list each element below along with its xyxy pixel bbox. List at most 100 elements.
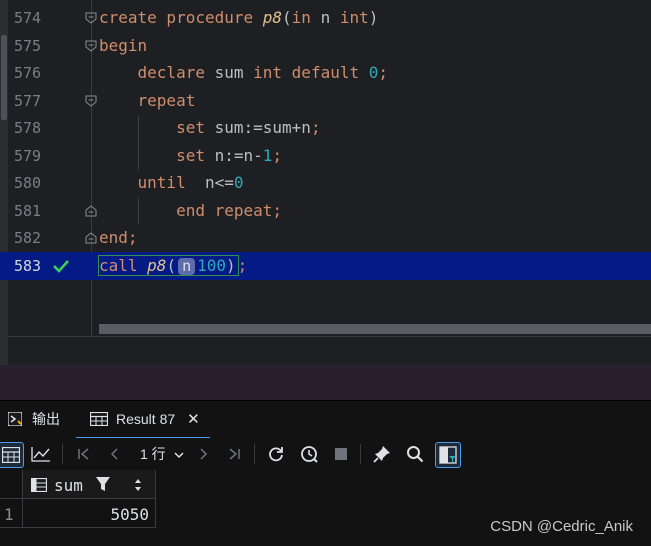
code-token: int default xyxy=(253,63,369,82)
code-line[interactable]: 579 set n:=n-1; xyxy=(0,142,651,170)
rows-per-page-label: 1 行 xyxy=(140,446,166,462)
pin-icon xyxy=(373,446,390,463)
chart-view-button[interactable] xyxy=(29,442,53,466)
tab-result[interactable]: Result 87 ✕ xyxy=(76,401,210,439)
code-text: until n<=0 xyxy=(99,174,244,192)
table-view-button[interactable] xyxy=(0,442,24,468)
search-button[interactable] xyxy=(403,442,427,466)
pin-button[interactable] xyxy=(370,442,394,466)
grid-corner xyxy=(0,470,23,499)
code-token: until xyxy=(137,173,186,192)
code-text: create procedure p8(in n int) xyxy=(99,9,378,27)
line-number: 576 xyxy=(14,64,42,82)
code-line[interactable]: 582 end; xyxy=(0,224,651,252)
column-icon xyxy=(30,477,48,496)
code-text: repeat xyxy=(99,90,196,110)
rows-per-page-select[interactable]: 1 行 xyxy=(140,444,184,464)
code-token: end repeat; xyxy=(176,200,283,220)
refresh-button[interactable] xyxy=(264,442,288,466)
fold-end-icon[interactable] xyxy=(85,204,97,217)
code-token: begin xyxy=(99,35,148,55)
cell-value: 5050 xyxy=(110,505,149,524)
statement-highlight: call p8(n 100) xyxy=(98,254,239,276)
code-token: ( xyxy=(282,8,292,27)
result-toolbar: 1 行 xyxy=(0,438,651,470)
column-header-label: sum xyxy=(54,476,83,495)
code-token: sum:=sum+n xyxy=(204,118,311,137)
next-page-button[interactable] xyxy=(191,442,215,466)
tab-output-label: 输出 xyxy=(32,411,60,427)
code-text: call p8(n 100); xyxy=(98,254,248,276)
fold-collapse-icon[interactable] xyxy=(85,12,97,24)
line-number: 578 xyxy=(14,119,42,137)
line-number: 581 xyxy=(14,201,42,220)
code-line[interactable]: 577 repeat xyxy=(0,87,651,115)
watermark: CSDN @Cedric_Anik xyxy=(490,518,633,535)
code-token: ; xyxy=(237,255,248,275)
code-line[interactable]: 583 call p8(n 100); xyxy=(0,251,651,280)
code-token: p8 xyxy=(147,255,167,275)
code-token: repeat xyxy=(137,90,196,110)
code-token: ( xyxy=(166,255,177,275)
horizontal-scrollbar-thumb[interactable] xyxy=(99,324,651,334)
code-token: n<= xyxy=(185,173,234,192)
code-token: ) xyxy=(226,255,236,275)
clock-icon xyxy=(301,446,318,463)
layout-toggle-button[interactable] xyxy=(435,442,461,468)
code-token: 1 xyxy=(262,145,273,165)
line-number: 579 xyxy=(14,146,42,165)
code-token: 100 xyxy=(197,255,227,275)
history-button[interactable] xyxy=(297,442,321,466)
fold-end-icon[interactable] xyxy=(85,232,97,244)
tab-output[interactable]: 输出 xyxy=(7,401,70,437)
code-editor[interactable]: 574 create procedure p8(in n int) 575 begin… xyxy=(0,0,651,366)
code-line[interactable]: 578 set sum:=sum+n; xyxy=(0,114,651,142)
code-text: declare sum int default 0; xyxy=(99,64,388,82)
table-cell-sum[interactable]: 5050 xyxy=(23,499,156,528)
code-token: ) xyxy=(368,8,379,27)
code-text: set n:=n-1; xyxy=(99,145,283,165)
code-token: set xyxy=(176,118,205,137)
refresh-icon xyxy=(269,447,283,462)
panel-divider[interactable] xyxy=(0,365,651,400)
close-icon[interactable]: ✕ xyxy=(187,410,200,428)
fold-collapse-icon[interactable] xyxy=(85,95,97,107)
code-line[interactable]: 576 declare sum int default 0; xyxy=(0,59,651,87)
stop-button[interactable] xyxy=(329,442,353,466)
search-icon xyxy=(407,446,424,463)
last-page-button[interactable] xyxy=(222,442,246,466)
code-token: 0 xyxy=(233,173,244,192)
line-number: 574 xyxy=(14,9,42,27)
indent-guide xyxy=(138,198,139,224)
fold-collapse-icon[interactable] xyxy=(85,40,97,52)
stop-icon xyxy=(335,448,347,460)
sort-icon[interactable] xyxy=(133,477,143,496)
code-token: sum xyxy=(204,63,254,82)
code-token: ; xyxy=(272,145,283,165)
code-token: n xyxy=(310,8,340,27)
first-page-button[interactable] xyxy=(72,442,96,466)
filter-icon[interactable] xyxy=(95,476,111,496)
code-line[interactable]: 580 until n<=0 xyxy=(0,169,651,197)
code-line[interactable]: 575 begin xyxy=(0,32,651,60)
row-number-cell[interactable]: 1 xyxy=(0,499,23,528)
code-token: 0 xyxy=(368,63,379,82)
code-token: create procedure xyxy=(99,8,263,27)
column-header-sum[interactable]: sum xyxy=(23,470,156,499)
previous-page-button[interactable] xyxy=(103,442,127,466)
table-icon xyxy=(89,411,109,427)
output-icon xyxy=(7,411,23,427)
code-token: declare xyxy=(137,63,205,82)
code-line[interactable]: 574 create procedure p8(in n int) xyxy=(0,4,651,32)
table-icon xyxy=(2,447,20,463)
check-icon xyxy=(53,259,69,273)
code-line[interactable]: 581 end repeat; xyxy=(0,197,651,225)
indent-guide xyxy=(138,116,139,170)
line-number: 577 xyxy=(14,91,42,110)
chevron-left-icon xyxy=(110,448,118,460)
code-token: call xyxy=(99,255,148,275)
chevron-right-icon xyxy=(200,448,208,460)
